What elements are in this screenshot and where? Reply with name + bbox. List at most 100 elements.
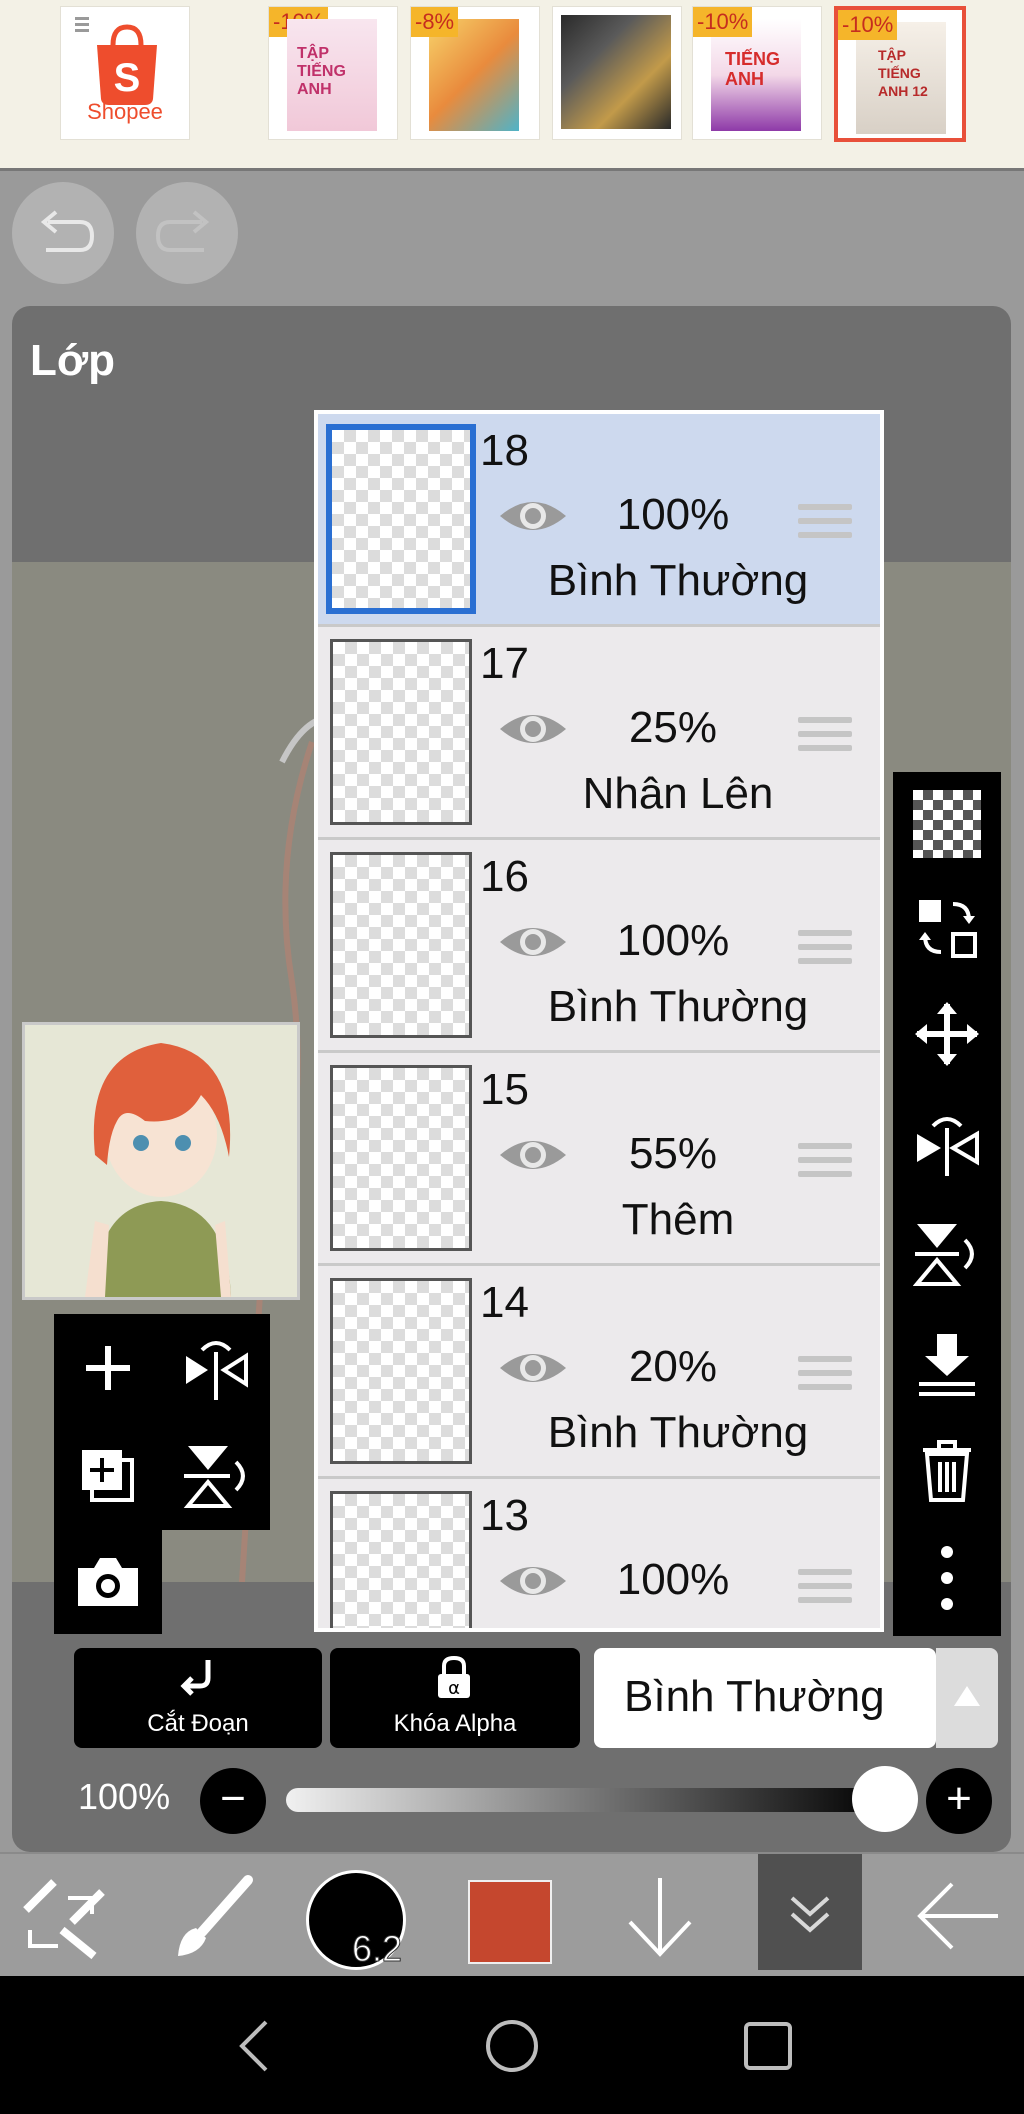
layer-thumbnail [326, 424, 476, 614]
layer-blend-mode: Bình Thường [547, 556, 809, 605]
layer-row-18[interactable]: 18 100% Bình Thường [318, 414, 880, 627]
drag-handle-icon[interactable] [798, 930, 852, 970]
svg-text:S: S [114, 56, 141, 100]
drag-handle-icon[interactable] [798, 1569, 852, 1609]
layer-blend-mode: Nhân Lên [582, 769, 774, 818]
flip-horizontal-icon[interactable] [913, 1110, 981, 1178]
blend-mode-select[interactable]: Bình Thường [594, 1648, 936, 1748]
trash-icon[interactable] [913, 1436, 981, 1504]
ad-tile-product[interactable] [552, 6, 682, 140]
move-icon[interactable] [913, 1000, 981, 1068]
book-title: TẬP TIẾNG ANH [297, 45, 346, 98]
collapse-icon [790, 1896, 830, 1933]
layer-tools-left [54, 1314, 270, 1634]
duplicate-layer-icon[interactable] [70, 1438, 146, 1514]
layer-number: 14 [480, 1278, 529, 1327]
more-icon[interactable] [913, 1544, 981, 1612]
layer-blend-mode: Bình Thường [547, 1408, 809, 1457]
drag-handle-icon[interactable] [798, 1356, 852, 1396]
layer-row-17[interactable]: 17 25% Nhân Lên [318, 627, 880, 840]
add-layer-icon[interactable] [70, 1330, 146, 1406]
opacity-decrease-button[interactable]: − [200, 1768, 266, 1834]
minus-icon: − [220, 1774, 246, 1823]
flip-vertical-icon[interactable] [913, 1220, 981, 1288]
book-cover: TẬP TIẾNG ANH [287, 19, 377, 131]
ad-tile-shopee[interactable]: S Shopee [60, 6, 190, 140]
transform-icon[interactable] [18, 1870, 110, 1962]
merge-down-icon[interactable] [913, 1330, 981, 1398]
clipping-label: Cắt Đoạn [147, 1710, 249, 1737]
eye-icon[interactable] [498, 920, 568, 964]
undo-icon [40, 210, 95, 252]
arrow-down-icon[interactable] [614, 1870, 706, 1962]
clipping-button[interactable]: Cắt Đoạn [74, 1648, 322, 1748]
camera-icon[interactable] [70, 1544, 146, 1620]
layer-number: 18 [480, 426, 529, 475]
layer-opacity: 20% [628, 1342, 718, 1391]
alpha-lock-button[interactable]: α Khóa Alpha [330, 1648, 580, 1748]
back-arrow-icon[interactable] [912, 1870, 1004, 1962]
brush-icon[interactable] [166, 1870, 258, 1962]
undo-button[interactable] [12, 182, 114, 284]
ad-tile-book-3[interactable]: TIẾNG ANH -10% [692, 6, 822, 140]
layer-row-15[interactable]: 15 55% Thêm [318, 1053, 880, 1266]
menu-icon [75, 17, 89, 20]
back-icon[interactable] [222, 2014, 286, 2078]
opacity-slider[interactable] [286, 1788, 886, 1812]
drag-handle-icon[interactable] [798, 1143, 852, 1183]
opacity-increase-button[interactable]: + [926, 1768, 992, 1834]
redo-button[interactable] [136, 182, 238, 284]
layer-blend-mode: Thêm [621, 1195, 735, 1244]
opacity-slider-knob[interactable] [852, 1766, 918, 1832]
product-image [561, 15, 671, 129]
redo-icon [155, 210, 210, 252]
layer-thumbnail [330, 852, 472, 1038]
layer-number: 13 [480, 1491, 529, 1540]
layer-row-16[interactable]: 16 100% Bình Thường [318, 840, 880, 1053]
layer-blend-mode: Bình Thường [547, 982, 809, 1031]
color-swatch[interactable] [468, 1880, 552, 1964]
eye-icon[interactable] [498, 494, 568, 538]
ad-banner[interactable]: S Shopee -10% TẬP TIẾNG ANH -8% TIẾNG AN… [0, 0, 1024, 171]
shopee-logo-icon: S [97, 24, 157, 105]
swap-layer-icon[interactable] [913, 894, 981, 962]
flip-layer-vertical-icon[interactable] [178, 1438, 254, 1514]
shopee-label: Shopee [87, 99, 163, 124]
layer-number: 17 [480, 639, 529, 688]
layer-row-14[interactable]: 14 20% Bình Thường [318, 1266, 880, 1479]
layer-list[interactable]: 18 100% Bình Thường 17 25% Nhân Lên 16 1… [314, 410, 884, 1632]
eye-icon[interactable] [498, 1133, 568, 1177]
layer-tools-right [893, 772, 1001, 1636]
opacity-value: 100% [78, 1776, 171, 1817]
brush-size-value: 6.2 [351, 1928, 403, 1970]
discount-badge: -8% [411, 7, 459, 37]
ad-tile-book-1[interactable]: -10% TẬP TIẾNG ANH [268, 6, 398, 140]
clipping-icon [180, 1660, 211, 1696]
recents-icon[interactable] [736, 2014, 800, 2078]
collapse-button[interactable] [758, 1854, 862, 1970]
eye-icon[interactable] [498, 707, 568, 751]
transparency-icon[interactable] [913, 790, 981, 858]
triangle-up-icon [954, 1686, 980, 1706]
ad-tile-book-4[interactable]: TẬP TIẾNG ANH 12 -10% [834, 6, 966, 142]
layer-opacity: 55% [628, 1129, 718, 1178]
layer-opacity: 25% [628, 703, 718, 752]
drag-handle-icon[interactable] [798, 717, 852, 757]
svg-text:α: α [448, 1678, 460, 1699]
drag-handle-icon[interactable] [798, 504, 852, 544]
canvas-preview[interactable] [22, 1022, 300, 1300]
eye-icon[interactable] [498, 1559, 568, 1603]
ad-tile-book-2[interactable]: -8% [410, 6, 540, 140]
home-icon[interactable] [480, 2014, 544, 2078]
layer-number: 15 [480, 1065, 529, 1114]
layer-row-13[interactable]: 13 100% [318, 1479, 880, 1628]
flip-layer-horizontal-icon[interactable] [178, 1330, 254, 1406]
blend-mode-value: Bình Thường [624, 1672, 885, 1721]
system-navigation-bar [0, 1976, 1024, 2114]
discount-badge: -10% [693, 7, 753, 37]
plus-icon: + [946, 1774, 972, 1823]
blend-mode-dropdown-button[interactable] [936, 1648, 998, 1748]
layer-opacity: 100% [616, 916, 730, 965]
eye-icon[interactable] [498, 1346, 568, 1390]
opacity-slider-row: 100% − + [0, 1760, 1024, 1840]
